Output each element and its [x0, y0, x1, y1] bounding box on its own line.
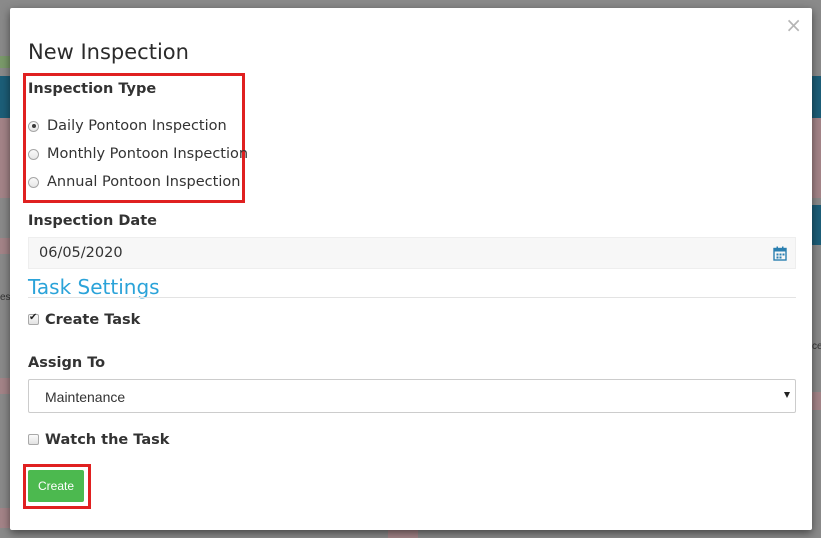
- radio-option-annual[interactable]: Annual Pontoon Inspection: [28, 172, 240, 192]
- bg-text-left: es: [0, 292, 11, 303]
- create-task-checkbox[interactable]: [28, 312, 39, 325]
- bg-pink-strip-right-3: [812, 392, 821, 410]
- assign-to-value[interactable]: Maintenance: [45, 389, 125, 405]
- monthly-radio-label[interactable]: Monthly Pontoon Inspection: [47, 146, 248, 162]
- bg-pink-strip-left-2: [0, 238, 10, 254]
- radio-option-daily[interactable]: Daily Pontoon Inspection: [28, 116, 227, 136]
- new-inspection-dialog: × New Inspection Inspection Type Daily P…: [10, 8, 812, 530]
- inspection-date-input[interactable]: 06/05/2020: [28, 237, 796, 269]
- daily-radio-label[interactable]: Daily Pontoon Inspection: [47, 118, 227, 134]
- daily-radio[interactable]: [28, 120, 39, 132]
- dialog-title: New Inspection: [28, 40, 189, 64]
- bg-pink-strip-right: [812, 118, 821, 198]
- inspection-type-label: Inspection Type: [28, 81, 157, 97]
- assign-to-label: Assign To: [28, 355, 106, 371]
- watch-task-checkbox[interactable]: [28, 434, 39, 445]
- monthly-radio[interactable]: [28, 148, 39, 160]
- calendar-icon[interactable]: [773, 246, 787, 261]
- bg-text-right: ce: [812, 341, 821, 352]
- bg-blue-strip-right: [812, 76, 821, 118]
- bg-blue-strip-left: [0, 76, 10, 118]
- create-task-label[interactable]: Create Task: [45, 312, 140, 328]
- create-button[interactable]: Create: [28, 470, 84, 502]
- watch-task-label[interactable]: Watch the Task: [45, 432, 169, 448]
- section-divider: [28, 297, 796, 298]
- annual-radio[interactable]: [28, 176, 39, 188]
- inspection-date-label: Inspection Date: [28, 213, 157, 229]
- bg-pink-strip-bottom: [388, 530, 418, 538]
- inspection-date-value[interactable]: 06/05/2020: [39, 245, 123, 261]
- assign-to-select[interactable]: Maintenance: [28, 379, 796, 413]
- bg-pink-strip-left-3: [0, 378, 10, 394]
- radio-option-monthly[interactable]: Monthly Pontoon Inspection: [28, 144, 248, 164]
- annual-radio-label[interactable]: Annual Pontoon Inspection: [47, 174, 240, 190]
- bg-green-strip: [0, 56, 10, 68]
- bg-pink-strip-left-4: [0, 508, 10, 528]
- task-settings-title: Task Settings: [28, 275, 160, 299]
- close-icon[interactable]: ×: [785, 14, 802, 36]
- bg-pink-strip-left: [0, 118, 10, 198]
- chevron-down-icon[interactable]: [784, 392, 790, 398]
- bg-blue-strip-right-2: [812, 205, 821, 245]
